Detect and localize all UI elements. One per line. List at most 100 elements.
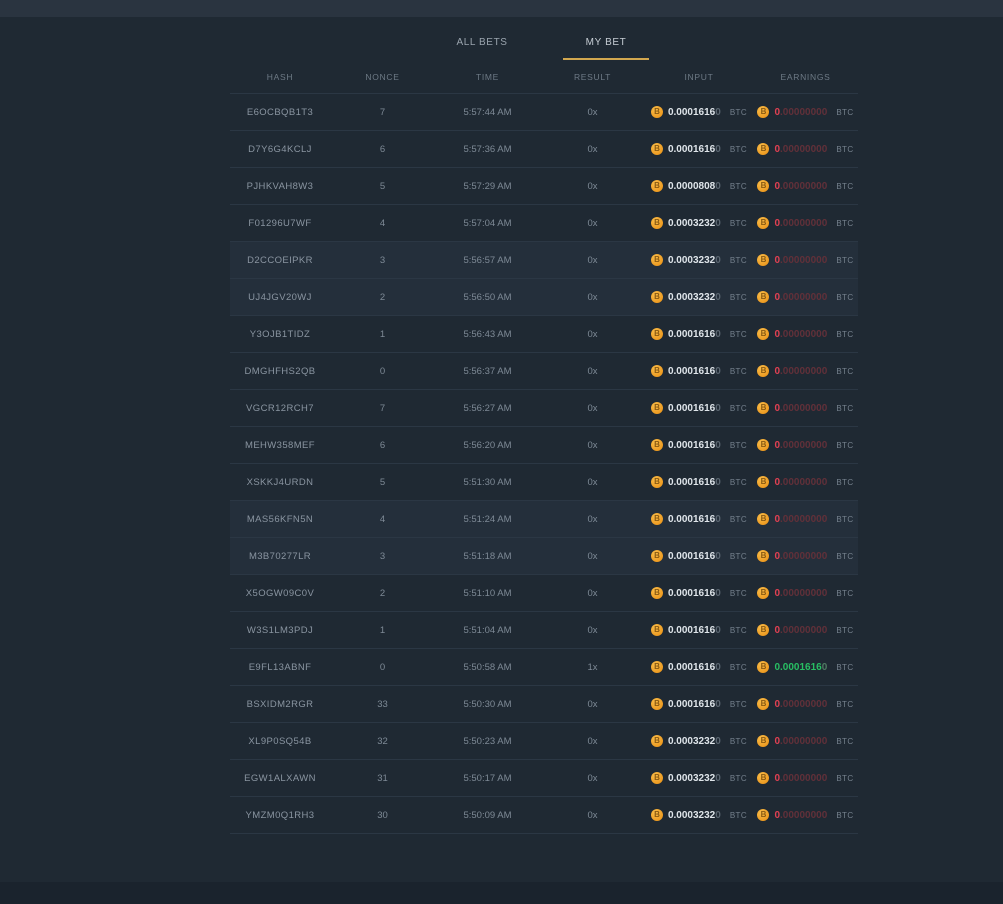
bet-hash: UJ4JGV20WJ xyxy=(230,292,330,303)
earnings-amount: 0.00000000 xyxy=(774,810,827,821)
earnings-amount: 0.00016160 xyxy=(774,662,827,673)
bitcoin-coin-icon: B xyxy=(757,809,769,821)
bitcoin-coin-icon: B xyxy=(757,661,769,673)
bet-nonce: 4 xyxy=(330,218,435,229)
bet-input: B 0.00016160 BTC xyxy=(645,106,753,118)
bet-input: B 0.00032320 BTC xyxy=(645,772,753,784)
earnings-amount: 0.00000000 xyxy=(774,736,827,747)
bet-earnings: B 0.00000000 BTC xyxy=(753,328,858,340)
bitcoin-coin-icon: B xyxy=(651,698,663,710)
bet-input: B 0.00008080 BTC xyxy=(645,180,753,192)
table-row: EGW1ALXAWN 31 5:50:17 AM 0x B 0.00032320… xyxy=(230,760,858,797)
bet-time: 5:50:17 AM xyxy=(435,773,540,784)
bet-hash: X5OGW09C0V xyxy=(230,588,330,599)
input-currency-label: BTC xyxy=(730,700,747,709)
bet-nonce: 33 xyxy=(330,699,435,710)
bet-nonce: 5 xyxy=(330,181,435,192)
bet-time: 5:51:10 AM xyxy=(435,588,540,599)
bet-hash: Y3OJB1TIDZ xyxy=(230,329,330,340)
bet-input: B 0.00032320 BTC xyxy=(645,254,753,266)
input-currency-label: BTC xyxy=(730,515,747,524)
bitcoin-coin-icon: B xyxy=(757,254,769,266)
tab-all-bets[interactable]: ALL BETS xyxy=(439,32,525,60)
table-row: X5OGW09C0V 2 5:51:10 AM 0x B 0.00016160 … xyxy=(230,575,858,612)
input-amount: 0.00032320 xyxy=(668,736,721,747)
earnings-currency-label: BTC xyxy=(836,626,853,635)
bet-hash: XL9P0SQ54B xyxy=(230,736,330,747)
table-row: MEHW358MEF 6 5:56:20 AM 0x B 0.00016160 … xyxy=(230,427,858,464)
input-amount: 0.00032320 xyxy=(668,218,721,229)
input-currency-label: BTC xyxy=(730,108,747,117)
bet-hash: E9FL13ABNF xyxy=(230,662,330,673)
bet-nonce: 32 xyxy=(330,736,435,747)
bet-result: 0x xyxy=(540,292,645,303)
bet-earnings: B 0.00000000 BTC xyxy=(753,513,858,525)
input-amount: 0.00016160 xyxy=(668,588,721,599)
bet-earnings: B 0.00016160 BTC xyxy=(753,661,858,673)
bet-nonce: 0 xyxy=(330,366,435,377)
table-row: F01296U7WF 4 5:57:04 AM 0x B 0.00032320 … xyxy=(230,205,858,242)
bet-time: 5:57:36 AM xyxy=(435,144,540,155)
bet-result: 0x xyxy=(540,477,645,488)
input-amount: 0.00016160 xyxy=(668,551,721,562)
bet-earnings: B 0.00000000 BTC xyxy=(753,365,858,377)
table-row: M3B70277LR 3 5:51:18 AM 0x B 0.00016160 … xyxy=(230,538,858,575)
bet-nonce: 4 xyxy=(330,514,435,525)
bet-hash: D2CCOEIPKR xyxy=(230,255,330,266)
earnings-amount: 0.00000000 xyxy=(774,292,827,303)
bet-time: 5:56:50 AM xyxy=(435,292,540,303)
input-currency-label: BTC xyxy=(730,663,747,672)
bet-earnings: B 0.00000000 BTC xyxy=(753,180,858,192)
bitcoin-coin-icon: B xyxy=(651,402,663,414)
bet-time: 5:56:57 AM xyxy=(435,255,540,266)
bet-history-panel: ALL BETS MY BET HASH NONCE TIME RESULT I… xyxy=(230,17,858,834)
bet-input: B 0.00016160 BTC xyxy=(645,587,753,599)
bitcoin-coin-icon: B xyxy=(651,476,663,488)
input-currency-label: BTC xyxy=(730,478,747,487)
earnings-currency-label: BTC xyxy=(836,663,853,672)
earnings-amount: 0.00000000 xyxy=(774,366,827,377)
bitcoin-coin-icon: B xyxy=(651,513,663,525)
table-row: D7Y6G4KCLJ 6 5:57:36 AM 0x B 0.00016160 … xyxy=(230,131,858,168)
bet-earnings: B 0.00000000 BTC xyxy=(753,550,858,562)
input-amount: 0.00016160 xyxy=(668,477,721,488)
bet-hash: E6OCBQB1T3 xyxy=(230,107,330,118)
bet-earnings: B 0.00000000 BTC xyxy=(753,624,858,636)
bitcoin-coin-icon: B xyxy=(651,624,663,636)
bet-time: 5:50:23 AM xyxy=(435,736,540,747)
table-header: HASH NONCE TIME RESULT INPUT EARNINGS xyxy=(230,60,858,94)
earnings-amount: 0.00000000 xyxy=(774,625,827,636)
bet-hash: PJHKVAH8W3 xyxy=(230,181,330,192)
bitcoin-coin-icon: B xyxy=(651,254,663,266)
bet-hash: DMGHFHS2QB xyxy=(230,366,330,377)
bitcoin-coin-icon: B xyxy=(757,106,769,118)
earnings-amount: 0.00000000 xyxy=(774,255,827,266)
table-row: DMGHFHS2QB 0 5:56:37 AM 0x B 0.00016160 … xyxy=(230,353,858,390)
bitcoin-coin-icon: B xyxy=(651,180,663,192)
bitcoin-coin-icon: B xyxy=(757,402,769,414)
bet-earnings: B 0.00000000 BTC xyxy=(753,698,858,710)
bitcoin-coin-icon: B xyxy=(651,328,663,340)
bet-earnings: B 0.00000000 BTC xyxy=(753,439,858,451)
bitcoin-coin-icon: B xyxy=(651,550,663,562)
bet-nonce: 30 xyxy=(330,810,435,821)
earnings-amount: 0.00000000 xyxy=(774,588,827,599)
bet-input: B 0.00016160 BTC xyxy=(645,365,753,377)
bet-time: 5:51:18 AM xyxy=(435,551,540,562)
bet-earnings: B 0.00000000 BTC xyxy=(753,291,858,303)
column-header-time: TIME xyxy=(435,72,540,82)
bet-hash: D7Y6G4KCLJ xyxy=(230,144,330,155)
bet-hash: BSXIDM2RGR xyxy=(230,699,330,710)
bet-input: B 0.00016160 BTC xyxy=(645,328,753,340)
bet-result: 0x xyxy=(540,440,645,451)
bitcoin-coin-icon: B xyxy=(651,587,663,599)
input-currency-label: BTC xyxy=(730,626,747,635)
earnings-amount: 0.00000000 xyxy=(774,773,827,784)
bet-time: 5:56:20 AM xyxy=(435,440,540,451)
bitcoin-coin-icon: B xyxy=(651,143,663,155)
bet-input: B 0.00016160 BTC xyxy=(645,550,753,562)
input-currency-label: BTC xyxy=(730,774,747,783)
earnings-currency-label: BTC xyxy=(836,330,853,339)
bet-earnings: B 0.00000000 BTC xyxy=(753,809,858,821)
tab-my-bet[interactable]: MY BET xyxy=(563,32,649,60)
